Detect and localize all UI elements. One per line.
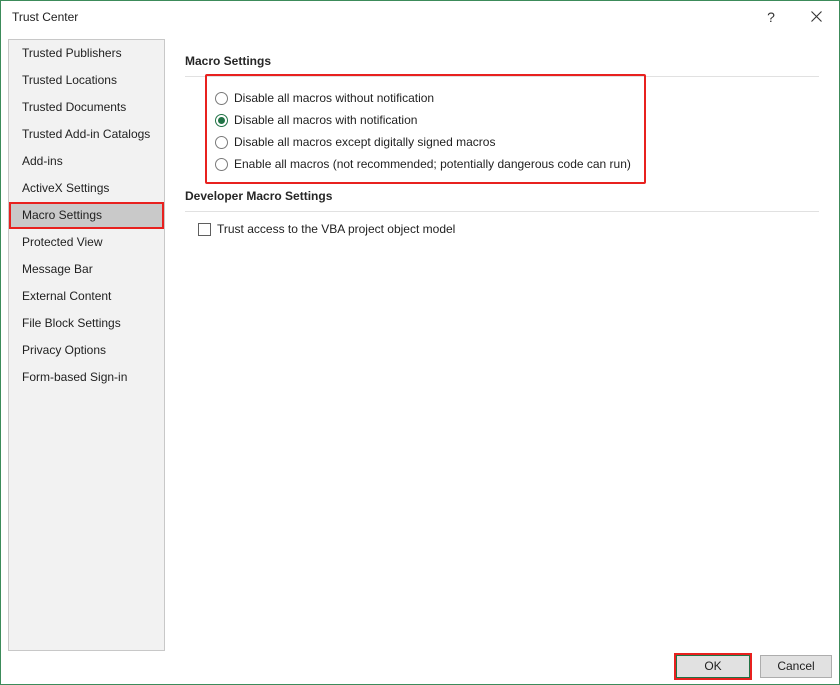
vba-trust-option[interactable]: Trust access to the VBA project object m… [198, 220, 455, 238]
cancel-button[interactable]: Cancel [760, 655, 832, 678]
radio-disable-with-notification[interactable]: Disable all macros with notification [215, 111, 417, 129]
sidebar-item-privacy-options[interactable]: Privacy Options [10, 338, 163, 363]
vba-trust-label: Trust access to the VBA project object m… [217, 222, 456, 236]
sidebar-item-trusted-publishers[interactable]: Trusted Publishers [10, 41, 163, 66]
radio-button-selected[interactable] [215, 113, 228, 127]
title-bar: Trust Center ? [1, 1, 839, 33]
sidebar-item-external-content[interactable]: External Content [10, 284, 163, 309]
radio-label: Disable all macros except digitally sign… [234, 135, 496, 149]
radio-label: Enable all macros (not recommended; pote… [234, 157, 631, 171]
radio-button[interactable] [215, 135, 228, 149]
trust-center-dialog: Trust Center ? Trusted Publishers Truste… [0, 0, 840, 685]
radio-disable-without-notification[interactable]: Disable all macros without notification [215, 89, 434, 107]
radio-label: Disable all macros with notification [234, 113, 418, 127]
window-title: Trust Center [12, 10, 79, 24]
sidebar-nav: Trusted Publishers Trusted Locations Tru… [8, 39, 165, 651]
close-button[interactable] [801, 6, 831, 28]
help-button[interactable]: ? [761, 6, 781, 28]
sidebar-item-protected-view[interactable]: Protected View [10, 230, 163, 255]
sidebar-item-activex-settings[interactable]: ActiveX Settings [10, 176, 163, 201]
radio-disable-except-signed[interactable]: Disable all macros except digitally sign… [215, 133, 495, 151]
macro-settings-header: Macro Settings [185, 54, 272, 68]
developer-macro-settings-header: Developer Macro Settings [185, 189, 333, 203]
vba-trust-checkbox[interactable] [198, 222, 211, 236]
close-icon [810, 11, 822, 22]
radio-label: Disable all macros without notification [234, 91, 435, 105]
sidebar-item-macro-settings[interactable]: Macro Settings [9, 202, 164, 229]
radio-enable-all-macros[interactable]: Enable all macros (not recommended; pote… [215, 155, 631, 173]
sidebar-item-trusted-add-in-catalogs[interactable]: Trusted Add-in Catalogs [10, 122, 163, 147]
sidebar-item-trusted-documents[interactable]: Trusted Documents [10, 95, 163, 120]
radio-button[interactable] [215, 91, 228, 105]
sidebar-item-file-block-settings[interactable]: File Block Settings [10, 311, 163, 336]
radio-button[interactable] [215, 157, 228, 171]
sidebar-item-form-based-sign-in[interactable]: Form-based Sign-in [10, 365, 163, 390]
sidebar-item-trusted-locations[interactable]: Trusted Locations [10, 68, 163, 93]
section-divider [185, 211, 819, 212]
ok-button[interactable]: OK [674, 653, 752, 680]
sidebar-item-add-ins[interactable]: Add-ins [10, 149, 163, 174]
sidebar-item-message-bar[interactable]: Message Bar [10, 257, 163, 282]
